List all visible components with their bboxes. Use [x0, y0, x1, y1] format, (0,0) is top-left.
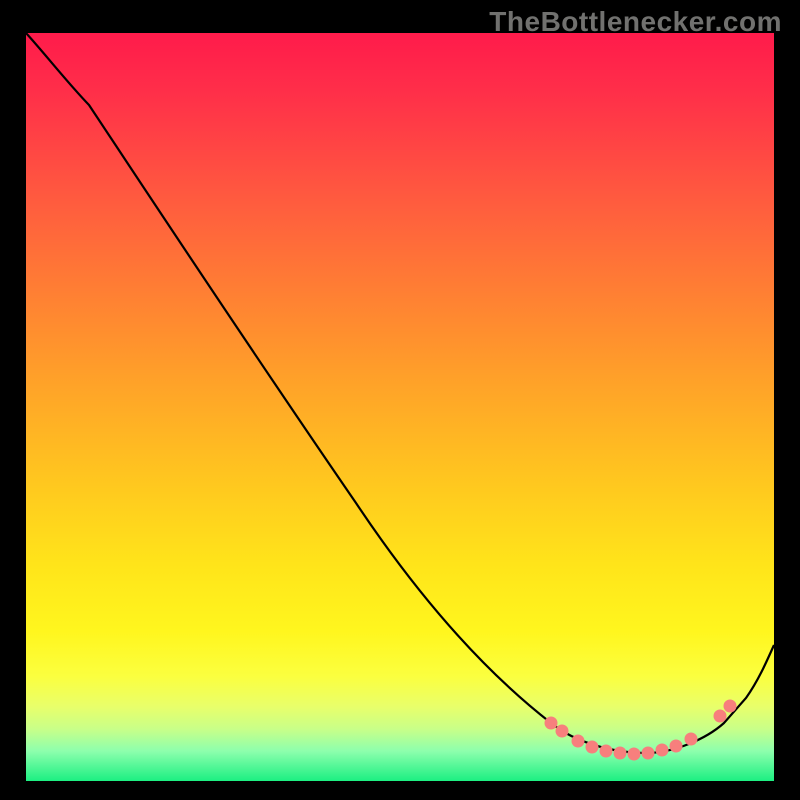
data-dot	[614, 747, 627, 760]
plot-svg	[26, 33, 774, 781]
data-dot	[586, 741, 599, 754]
data-dot	[556, 725, 569, 738]
data-dot	[545, 717, 558, 730]
data-dot	[642, 747, 655, 760]
data-dot	[656, 744, 669, 757]
data-dot	[670, 740, 683, 753]
data-dot	[628, 748, 641, 761]
plot-area	[26, 33, 774, 781]
data-dot	[714, 710, 727, 723]
data-dot	[600, 745, 613, 758]
dot-group	[545, 700, 737, 761]
data-dot	[685, 733, 698, 746]
curve-line	[26, 33, 774, 753]
data-dot	[572, 735, 585, 748]
data-dot	[724, 700, 737, 713]
chart-frame: TheBottlenecker.com	[0, 0, 800, 800]
